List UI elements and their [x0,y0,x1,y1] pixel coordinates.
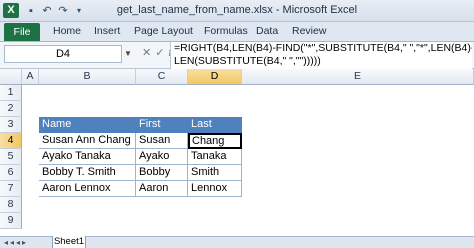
tab-page-layout[interactable]: Page Layout [134,25,193,37]
column-header-e[interactable]: E [242,69,474,85]
column-header-c[interactable]: C [136,69,188,85]
row-header-7[interactable]: 7 [0,181,22,197]
row-header-1[interactable]: 1 [0,85,22,101]
table-cell[interactable]: Aaron Lennox [39,181,136,197]
column-header-d[interactable]: D [188,69,242,85]
row-header-2[interactable]: 2 [0,101,22,117]
table-cell[interactable]: Ayako Tanaka [39,149,136,165]
table-cell[interactable]: Bobby [136,165,188,181]
chevron-down-icon[interactable]: ▼ [122,45,134,63]
row-header-9[interactable]: 9 [0,213,22,229]
column-header-b[interactable]: B [39,69,136,85]
table-cell[interactable]: Lennox [188,181,242,197]
select-all-corner[interactable] [0,69,22,85]
table-cell[interactable]: Aaron [136,181,188,197]
tab-insert[interactable]: Insert [94,25,120,37]
sheet-nav-arrows-icon[interactable]: ◂◂◂▸ [4,237,28,248]
table-header-name[interactable]: Name [39,117,136,133]
formula-line-2: LEN(SUBSTITUTE(B4," ",""))))) [174,55,321,67]
window-title: get_last_name_from_name.xlsx - Microsoft… [116,4,358,16]
table-cell[interactable]: Bobby T. Smith [39,165,136,181]
table-header-first[interactable]: First [136,117,188,133]
column-header-a[interactable]: A [22,69,39,85]
sheet-tab-bar: ◂◂◂▸ Sheet1 [0,236,474,248]
active-cell[interactable]: Chang [188,133,242,149]
ribbon-tab-bar: File Home Insert Page Layout Formulas Da… [0,22,474,42]
title-bar: X ▪ ↶ ↷ ▾ get_last_name_from_name.xlsx -… [0,0,474,22]
row-header-5[interactable]: 5 [0,149,22,165]
tab-home[interactable]: Home [53,25,81,37]
table-cell[interactable]: Ayako [136,149,188,165]
name-box[interactable]: D4 [4,45,122,63]
row-header-8[interactable]: 8 [0,197,22,213]
row-header-6[interactable]: 6 [0,165,22,181]
tab-file[interactable]: File [4,23,40,41]
tab-review[interactable]: Review [292,25,326,37]
table-cell[interactable]: Susan Ann Chang [39,133,136,149]
formula-bar: D4 ▼ ✕✓fx =RIGHT(B4,LEN(B4)-FIND("*",SUB… [0,42,474,69]
sheet-tab-sheet1[interactable]: Sheet1 [52,236,86,248]
tab-formulas[interactable]: Formulas [204,25,248,37]
table-cell[interactable]: Smith [188,165,242,181]
formula-line-1: =RIGHT(B4,LEN(B4)-FIND("*",SUBSTITUTE(B4… [174,42,472,54]
formula-input[interactable]: =RIGHT(B4,LEN(B4)-FIND("*",SUBSTITUTE(B4… [170,42,472,69]
row-header-4[interactable]: 4 [0,133,22,149]
table-cell[interactable]: Susan [136,133,188,149]
table-cell[interactable]: Tanaka [188,149,242,165]
table-header-last[interactable]: Last [188,117,242,133]
row-header-3[interactable]: 3 [0,117,22,133]
tab-data[interactable]: Data [256,25,278,37]
